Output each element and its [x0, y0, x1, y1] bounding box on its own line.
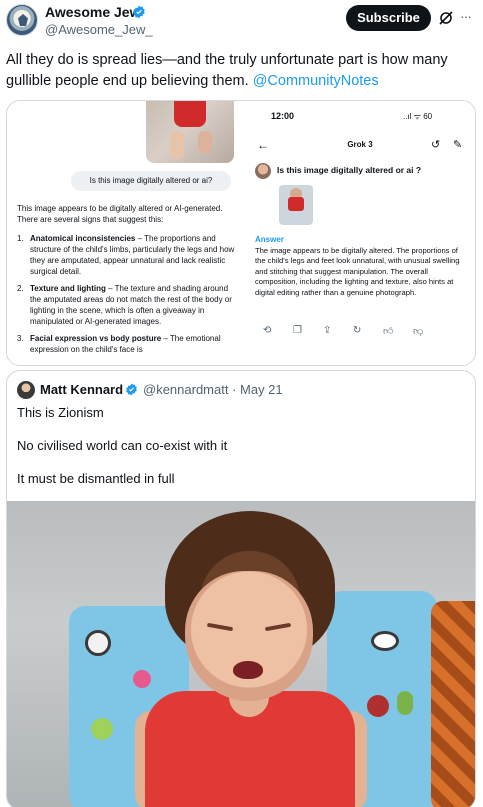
answer-label: Answer	[255, 235, 284, 244]
quoted-author-name: Matt Kennard	[40, 382, 124, 397]
thumbnail-shirt	[174, 101, 206, 127]
pillow-dot	[397, 691, 413, 715]
list-item: 3. Facial expression vs body posture – T…	[17, 333, 239, 355]
thumbs-down-icon: 👎︎	[413, 326, 424, 337]
copy-icon: ❐	[293, 325, 302, 336]
author-avatar[interactable]	[6, 4, 38, 36]
list-item: 1. Anatomical inconsistencies – The prop…	[17, 233, 239, 277]
phone-time: 12:00	[271, 111, 295, 121]
thumbnail-leg	[170, 131, 184, 159]
author-handle[interactable]: @Awesome_Jew_	[45, 22, 153, 37]
list-item-title: Texture and lighting	[30, 284, 106, 293]
grok-icon[interactable]	[438, 10, 454, 26]
list-item-title: Facial expression vs body posture	[30, 334, 162, 343]
user-avatar	[255, 163, 271, 179]
pillow	[431, 601, 475, 807]
pillow-dot	[367, 695, 389, 717]
phone-status: ..ıl ᯤ 60	[403, 112, 433, 121]
subscribe-button[interactable]: Subscribe	[346, 5, 431, 31]
post-media[interactable]: Is this image digitally altered or ai? T…	[6, 100, 476, 366]
media-left-pane: Is this image digitally altered or ai? T…	[7, 101, 243, 365]
thumbs-up-icon: 👍︎	[383, 326, 394, 337]
question-bubble: Is this image digitally altered or ai?	[71, 171, 231, 191]
app-title: Grok 3	[347, 140, 373, 149]
regenerate-icon: ⟲	[263, 325, 272, 336]
verified-badge-icon	[133, 5, 145, 19]
list-item-title: Anatomical inconsistencies	[30, 234, 136, 243]
pillow-dot	[85, 630, 111, 656]
quoted-author-handle: @kennardmatt · May 21	[143, 382, 283, 397]
history-icon: ↺	[431, 139, 441, 151]
list-number: 1.	[17, 234, 24, 243]
grok-answer: The image appears to be digitally altere…	[255, 246, 460, 297]
quoted-post[interactable]: Matt Kennard @kennardmatt · May 21 This …	[6, 370, 476, 807]
quoted-text-line: This is Zionism	[17, 405, 104, 420]
list-item: 2. Texture and lighting – The texture an…	[17, 283, 239, 327]
refresh-icon: ↻	[353, 325, 362, 336]
post-header: Awesome Jew @Awesome_Jew_ Subscribe ···	[0, 0, 483, 44]
quoted-photo[interactable]	[7, 501, 475, 807]
more-icon[interactable]: ···	[460, 8, 472, 24]
author-display-name[interactable]: Awesome Jew	[45, 4, 140, 20]
grok-question: Is this image digitally altered or ai ?	[277, 165, 422, 175]
quoted-text-line: No civilised world can co-exist with it	[17, 438, 228, 453]
quoted-text-line: It must be dismantled in full	[17, 471, 175, 486]
share-icon: ⇪	[323, 325, 332, 336]
pillow-dot	[371, 631, 399, 651]
mention-link[interactable]: @CommunityNotes	[253, 73, 379, 89]
thumbnail-shirt	[288, 197, 304, 211]
quoted-author-avatar	[17, 381, 35, 399]
child-mouth	[233, 661, 263, 679]
list-number: 3.	[17, 334, 24, 343]
answer-intro: This image appears to be digitally alter…	[17, 204, 223, 224]
pillow-dot	[91, 718, 113, 740]
post-text: All they do is spread lies—and the truly…	[6, 50, 476, 92]
media-right-pane: 12:00 ..ıl ᯤ 60 ← Grok 3 ↺ ✎ Is this ima…	[243, 101, 475, 365]
verified-badge-icon	[126, 383, 137, 396]
image-thumbnail	[146, 101, 234, 163]
list-number: 2.	[17, 284, 24, 293]
edit-icon: ✎	[453, 139, 463, 151]
answer-list: 1. Anatomical inconsistencies – The prop…	[17, 233, 239, 361]
answer-actions: ⟲ ❐ ⇪ ↻ 👍︎ 👎︎	[263, 325, 453, 339]
post-body: All they do is spread lies—and the truly…	[6, 52, 448, 89]
image-thumbnail	[279, 185, 313, 225]
child-face	[185, 571, 313, 701]
thumbnail-leg	[198, 131, 212, 153]
pillow-dot	[133, 670, 151, 688]
